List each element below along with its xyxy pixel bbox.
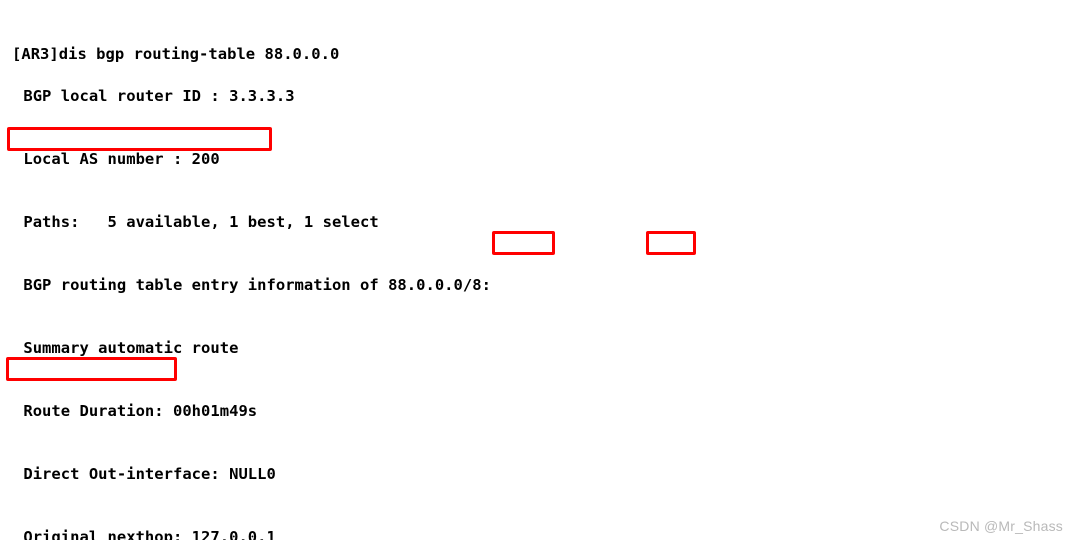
output-line: Original nexthop: 127.0.0.1 [14, 528, 276, 540]
output-line: BGP routing table entry information of 8… [14, 276, 491, 294]
output-line: Paths: 5 available, 1 best, 1 select [14, 213, 379, 231]
terminal-output-block: BGP local router ID : 3.3.3.3 Local AS n… [14, 44, 902, 540]
terminal-screen: [AR3]dis bgp routing-table 88.0.0.0 BGP … [0, 0, 1080, 540]
output-line: BGP local router ID : 3.3.3.3 [14, 87, 295, 105]
output-line-summary-automatic-route: Summary automatic route [14, 339, 239, 357]
output-line: Local AS number : 200 [14, 150, 220, 168]
watermark: CSDN @Mr_Shass [939, 518, 1063, 534]
output-line: Direct Out-interface: NULL0 [14, 465, 276, 483]
output-line: Route Duration: 00h01m49s [14, 402, 258, 420]
